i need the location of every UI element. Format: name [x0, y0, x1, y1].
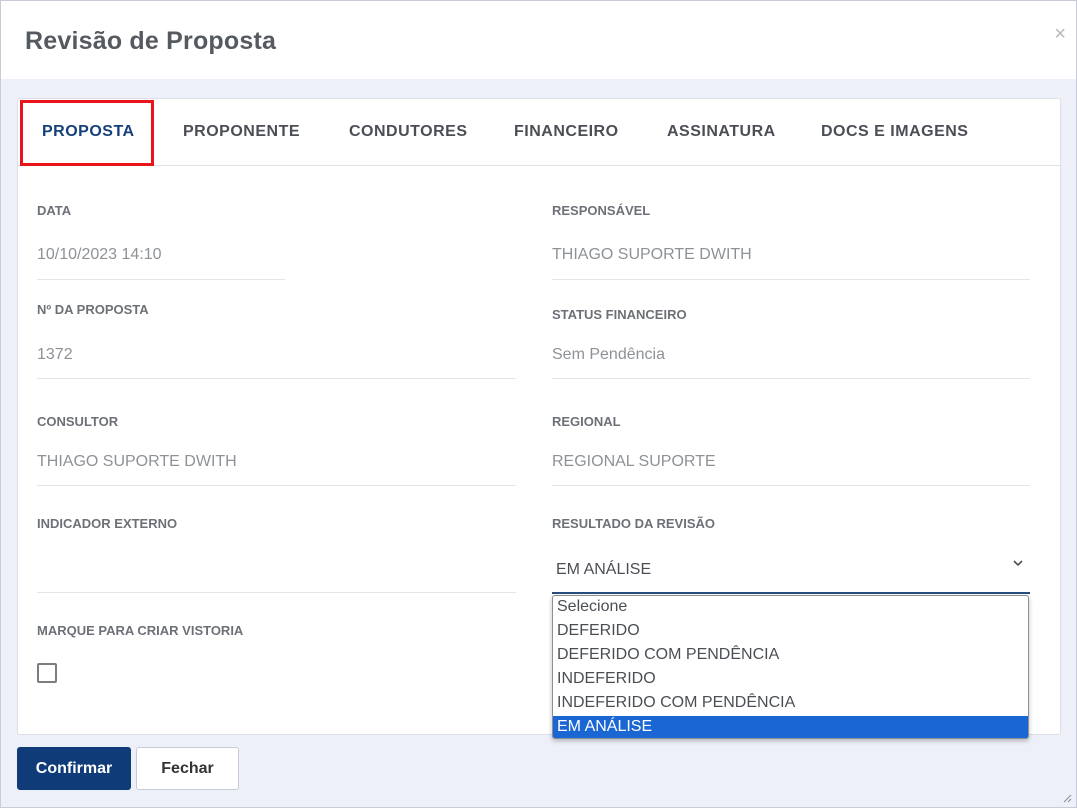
tab-financeiro[interactable]: FINANCEIRO — [514, 99, 619, 165]
tab-docs-e-imagens[interactable]: DOCS E IMAGENS — [821, 99, 968, 165]
option-deferido-com-pendencia[interactable]: DEFERIDO COM PENDÊNCIA — [553, 644, 1028, 668]
responsavel-value: THIAGO SUPORTE DWITH — [552, 246, 752, 263]
close-icon[interactable]: × — [1054, 23, 1066, 46]
review-modal: Revisão de Proposta × PROPOSTA PROPONENT… — [0, 0, 1077, 808]
numero-proposta-value: 1372 — [37, 346, 73, 363]
option-em-analise[interactable]: EM ANÁLISE — [553, 716, 1028, 738]
regional-label: REGIONAL — [552, 414, 621, 429]
regional-underline — [552, 485, 1030, 486]
status-financeiro-underline — [552, 378, 1030, 379]
status-financeiro-value: Sem Pendência — [552, 346, 665, 363]
status-financeiro-label: STATUS FINANCEIRO — [552, 307, 687, 322]
criar-vistoria-checkbox[interactable] — [37, 663, 57, 683]
indicador-externo-underline — [37, 592, 516, 593]
close-button[interactable]: Fechar — [136, 747, 239, 790]
tab-assinatura[interactable]: ASSINATURA — [667, 99, 776, 165]
consultor-value: THIAGO SUPORTE DWITH — [37, 453, 237, 470]
tab-condutores[interactable]: CONDUTORES — [349, 99, 468, 165]
resultado-revisao-value: EM ANÁLISE — [556, 561, 652, 578]
tab-proponente[interactable]: PROPONENTE — [183, 99, 300, 165]
consultor-underline — [37, 485, 516, 486]
numero-proposta-underline — [37, 378, 516, 379]
resultado-revisao-select[interactable]: EM ANÁLISE — [552, 547, 1030, 594]
data-underline — [37, 279, 285, 280]
criar-vistoria-label: MARQUE PARA CRIAR VISTORIA — [37, 623, 244, 638]
active-tab-highlight — [20, 100, 154, 166]
responsavel-label: RESPONSÁVEL — [552, 203, 651, 218]
indicador-externo-label: INDICADOR EXTERNO — [37, 516, 178, 531]
responsavel-underline — [552, 279, 1030, 280]
confirm-button[interactable]: Confirmar — [17, 747, 131, 790]
resize-grip-icon[interactable] — [1062, 793, 1072, 803]
modal-title: Revisão de Proposta — [25, 27, 277, 55]
resultado-revisao-dropdown: Selecione DEFERIDO DEFERIDO COM PENDÊNCI… — [552, 595, 1029, 739]
option-indeferido[interactable]: INDEFERIDO — [553, 668, 1028, 692]
option-deferido[interactable]: DEFERIDO — [553, 620, 1028, 644]
option-selecione[interactable]: Selecione — [553, 596, 1028, 620]
resultado-revisao-label: RESULTADO DA REVISÃO — [552, 516, 715, 531]
data-label: DATA — [37, 203, 72, 218]
chevron-down-icon — [1013, 560, 1023, 567]
data-value: 10/10/2023 14:10 — [37, 246, 162, 263]
tab-bar: PROPOSTA PROPONENTE CONDUTORES FINANCEIR… — [18, 99, 1060, 166]
consultor-label: CONSULTOR — [37, 414, 119, 429]
proposal-card: PROPOSTA PROPONENTE CONDUTORES FINANCEIR… — [17, 98, 1061, 739]
numero-proposta-label: Nº DA PROPOSTA — [37, 302, 149, 317]
regional-value: REGIONAL SUPORTE — [552, 453, 716, 470]
modal-header: Revisão de Proposta × — [1, 1, 1076, 79]
option-indeferido-com-pendencia[interactable]: INDEFERIDO COM PENDÊNCIA — [553, 692, 1028, 716]
